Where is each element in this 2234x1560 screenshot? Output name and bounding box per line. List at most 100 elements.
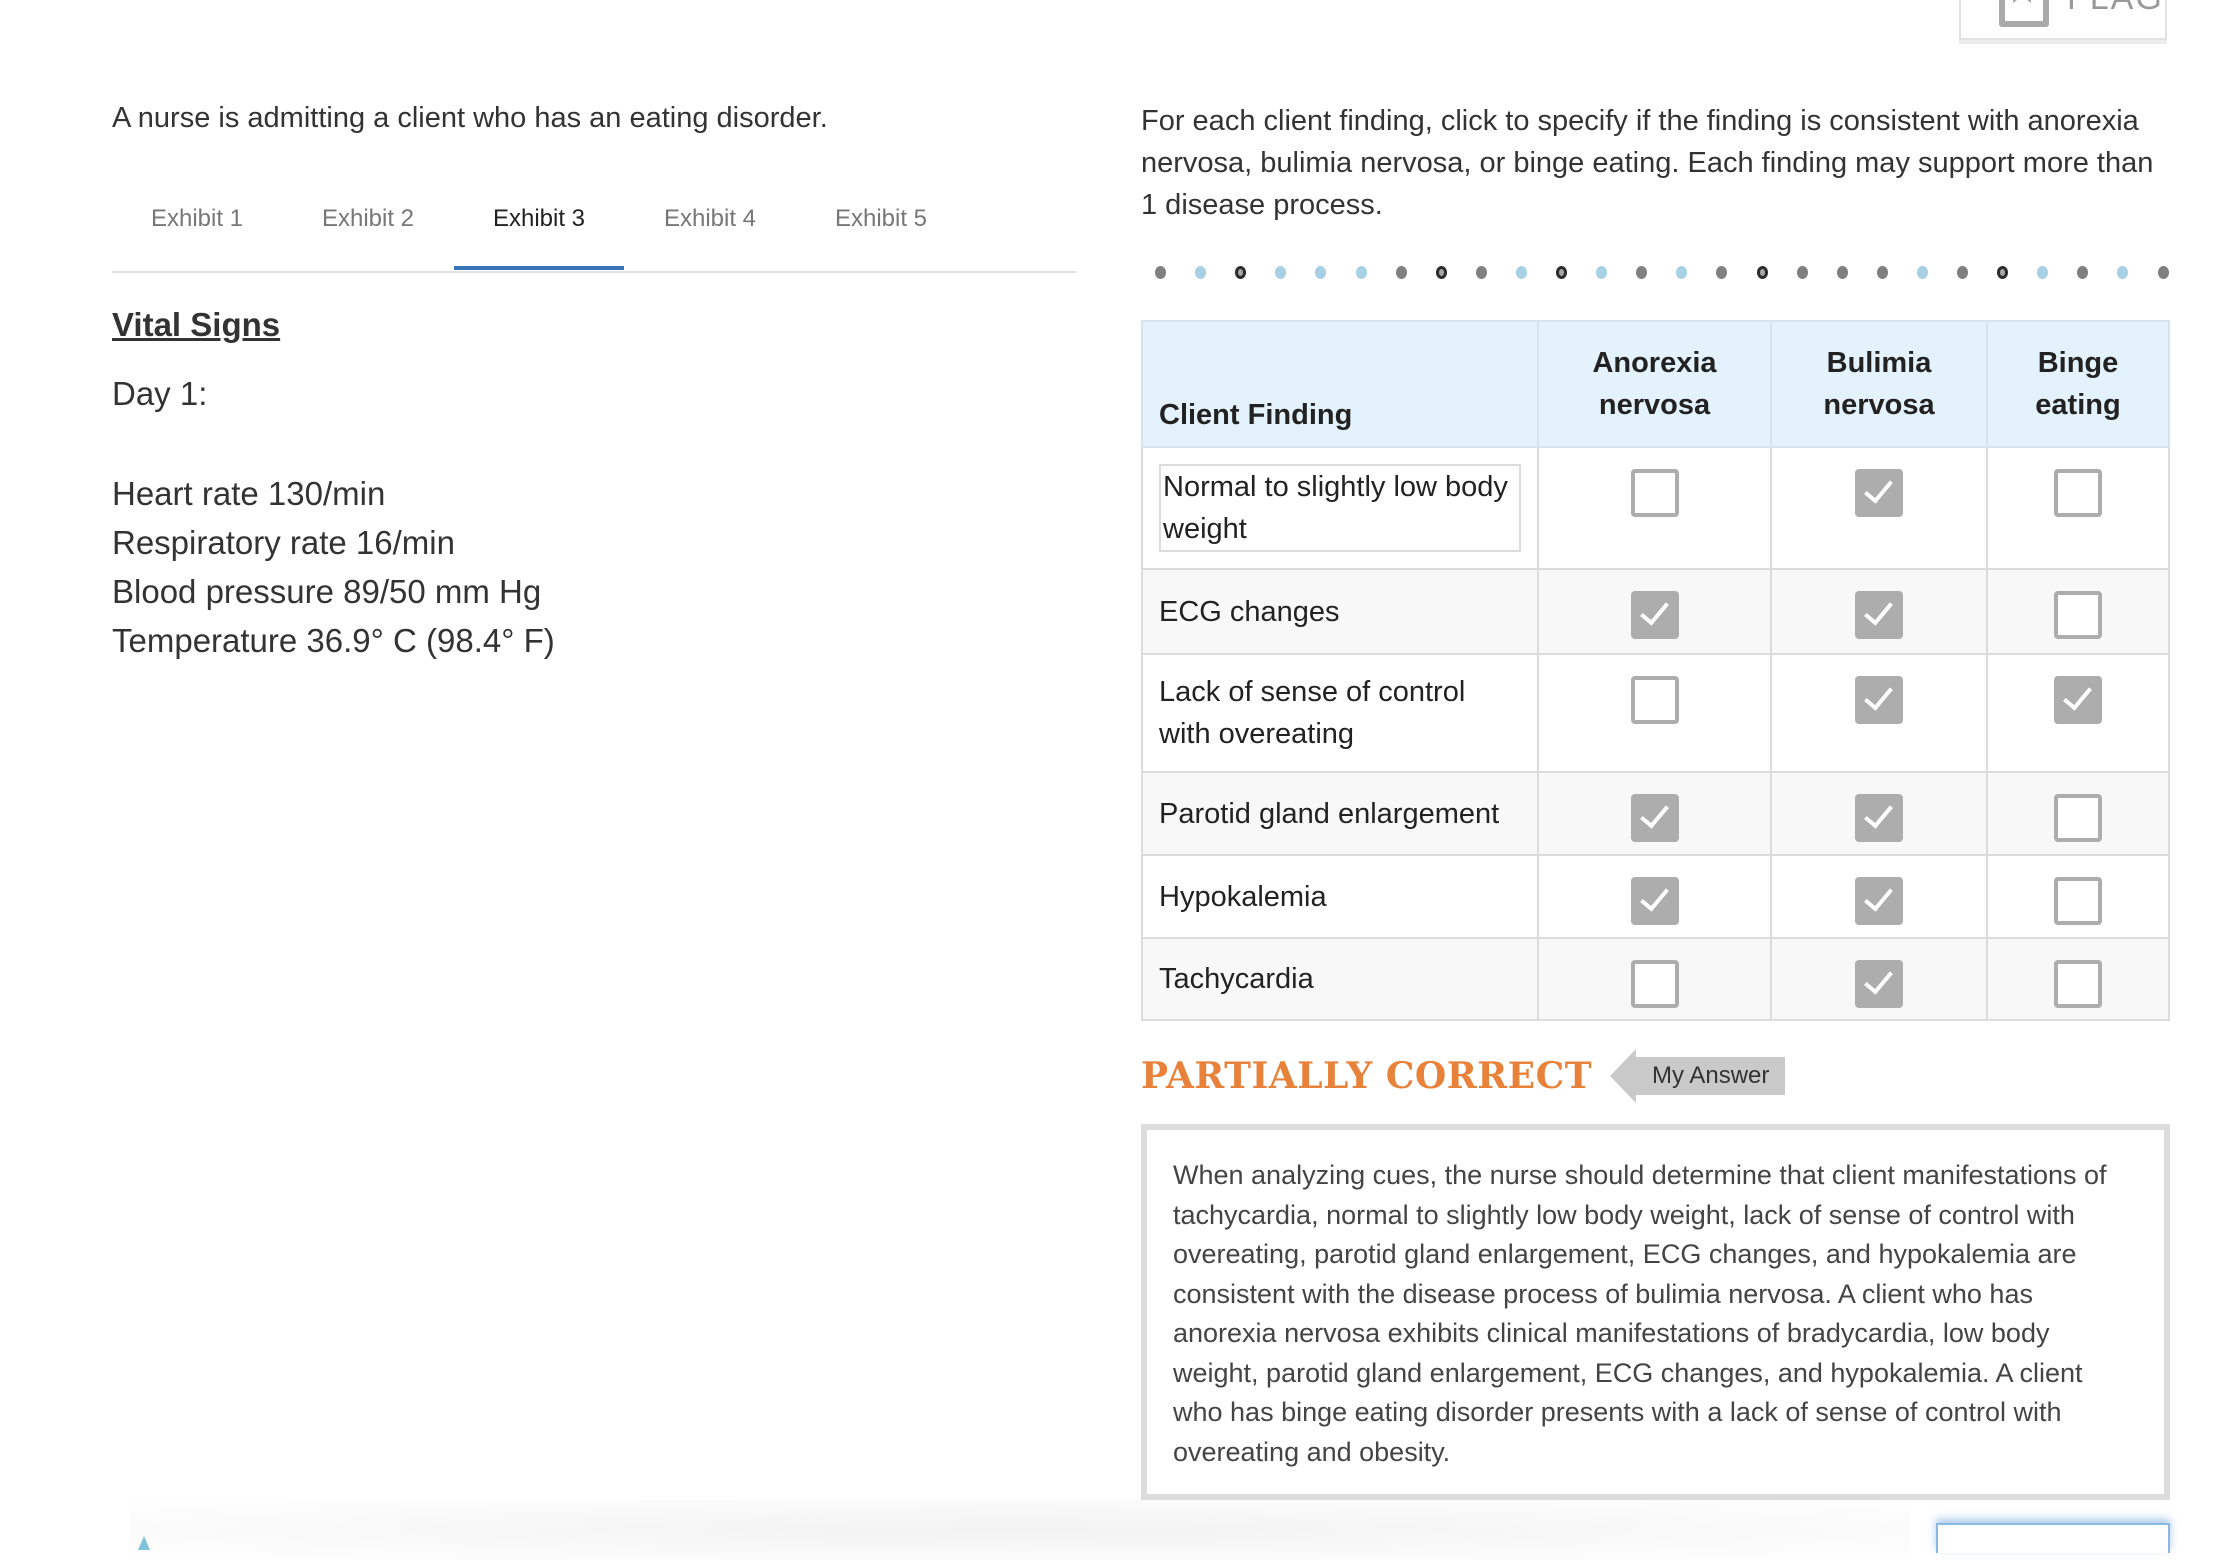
progress-dot-gray[interactable] — [1155, 266, 1166, 279]
finding-label: Parotid gland enlargement — [1159, 797, 1500, 830]
progress-dot-blue[interactable] — [1515, 266, 1527, 279]
checkbox-anorexia-unchecked[interactable] — [1630, 676, 1679, 724]
bookmark-icon — [1999, 0, 2049, 27]
matrix-header-row: Client Finding Anorexia nervosa Bulimia … — [1141, 320, 2170, 448]
flag-button[interactable]: FLAG — [1959, 0, 2167, 40]
progress-dot-current[interactable] — [1235, 266, 1247, 279]
exhibit-title: Vital Signs — [112, 306, 281, 343]
checkbox-anorexia-checked[interactable] — [1630, 794, 1679, 842]
checkbox-bulimia-checked[interactable] — [1855, 676, 1903, 724]
checkbox-binge-unchecked[interactable] — [2054, 469, 2102, 517]
cell-binge — [1986, 446, 2170, 570]
header-client-finding: Client Finding — [1141, 320, 1539, 448]
finding-label: Hypokalemia — [1159, 880, 1327, 913]
progress-dot-gray[interactable] — [1636, 266, 1648, 279]
progress-dot-gray[interactable] — [1876, 266, 1888, 279]
progress-dot-current[interactable] — [1997, 266, 2009, 279]
answer-matrix: Client Finding Anorexia nervosa Bulimia … — [1141, 320, 2170, 1021]
checkbox-binge-checked[interactable] — [2054, 676, 2102, 724]
progress-dot-gray[interactable] — [2077, 266, 2089, 279]
tab-label: Exhibit 4 — [663, 205, 757, 232]
header-bulimia-line2: nervosa — [1823, 389, 1935, 421]
checkbox-bulimia-checked[interactable] — [1855, 877, 1903, 925]
tab-exhibit-5[interactable]: Exhibit 5 — [796, 206, 966, 269]
checkbox-binge-unchecked[interactable] — [2054, 794, 2102, 842]
progress-dot-current[interactable] — [1435, 266, 1447, 279]
progress-dot-blue[interactable] — [1355, 266, 1367, 279]
vital-temperature: Temperature 36.9° C (98.4° F) — [112, 622, 555, 659]
cell-bulimia — [1770, 854, 1988, 939]
bottom-navigation-bar — [130, 1500, 1910, 1560]
matrix-row: Parotid gland enlargement — [1141, 771, 2170, 856]
checkbox-bulimia-checked[interactable] — [1855, 794, 1903, 842]
progress-dot-blue[interactable] — [1916, 266, 1928, 279]
progress-dot-blue[interactable] — [1596, 266, 1608, 279]
checkbox-anorexia-unchecked[interactable] — [1630, 960, 1679, 1008]
header-anorexia-line1: Anorexia — [1592, 347, 1717, 379]
result-area: PARTIALLY CORRECT My Answer — [1141, 1049, 1786, 1103]
result-status: PARTIALLY CORRECT — [1141, 1055, 1593, 1097]
progress-dot-gray[interactable] — [2157, 266, 2169, 279]
progress-dot-current[interactable] — [1556, 266, 1567, 279]
cell-bulimia — [1770, 771, 1988, 856]
progress-dot-blue[interactable] — [1315, 266, 1327, 279]
cell-binge — [1986, 568, 2170, 655]
cell-binge — [1986, 854, 2170, 939]
cell-anorexia — [1537, 771, 1772, 856]
tab-exhibit-3[interactable]: Exhibit 3 — [454, 206, 624, 270]
header-binge-line2: eating — [2035, 389, 2121, 421]
header-bulimia-line1: Bulimia — [1826, 347, 1932, 379]
checkbox-bulimia-checked[interactable] — [1855, 591, 1903, 639]
cell-bulimia — [1770, 653, 1988, 773]
finding-label: Normal to slightly low body weight — [1159, 464, 1521, 552]
progress-dot-gray[interactable] — [1796, 266, 1808, 279]
cell-anorexia — [1537, 937, 1772, 1021]
progress-dot-gray[interactable] — [1957, 266, 1968, 279]
exhibit-tabs: Exhibit 1 Exhibit 2 Exhibit 3 Exhibit 4 … — [112, 196, 1077, 273]
finding-label: ECG changes — [1159, 595, 1340, 628]
progress-dot-blue[interactable] — [2117, 266, 2129, 279]
cell-bulimia — [1770, 446, 1988, 570]
cell-binge — [1986, 937, 2170, 1021]
finding-label: Tachycardia — [1159, 963, 1314, 995]
progress-dot-gray[interactable] — [1395, 266, 1407, 279]
progress-dot-blue[interactable] — [1195, 266, 1207, 279]
tab-label: Exhibit 1 — [150, 205, 244, 232]
finding-cell: Normal to slightly low body weight — [1141, 446, 1539, 570]
question-progress-dots — [1151, 262, 2171, 282]
checkbox-anorexia-unchecked[interactable] — [1630, 469, 1679, 517]
checkbox-binge-unchecked[interactable] — [2054, 591, 2102, 639]
question-instructions: For each client finding, click to specif… — [1141, 105, 2154, 221]
checkbox-binge-unchecked[interactable] — [2054, 877, 2102, 925]
previous-button[interactable] — [138, 1522, 150, 1550]
rationale-box: When analyzing cues, the nurse should de… — [1141, 1124, 2170, 1500]
tab-exhibit-2[interactable]: Exhibit 2 — [283, 206, 453, 269]
finding-cell: ECG changes — [1141, 568, 1539, 655]
header-anorexia: Anorexia nervosa — [1537, 320, 1772, 448]
progress-dot-gray[interactable] — [1475, 266, 1487, 279]
vital-signs-list: Heart rate 130/min Respiratory rate 16/m… — [112, 469, 555, 665]
finding-label: Lack of sense of control with overeating — [1159, 676, 1466, 750]
progress-dot-gray[interactable] — [1836, 266, 1848, 279]
my-answer-tag[interactable]: My Answer — [1609, 1049, 1786, 1103]
next-button[interactable] — [1936, 1523, 2170, 1553]
cell-anorexia — [1537, 568, 1772, 655]
cell-binge — [1986, 771, 2170, 856]
checkbox-bulimia-checked[interactable] — [1855, 469, 1903, 517]
day-label: Day 1: — [112, 375, 208, 412]
tab-exhibit-1[interactable]: Exhibit 1 — [112, 206, 282, 269]
checkbox-anorexia-checked[interactable] — [1630, 591, 1679, 639]
progress-dot-blue[interactable] — [1275, 266, 1287, 279]
header-binge: Binge eating — [1986, 320, 2170, 448]
finding-cell: Hypokalemia — [1141, 854, 1539, 939]
progress-dot-current[interactable] — [1756, 266, 1768, 279]
progress-dot-blue[interactable] — [2037, 266, 2049, 279]
progress-dot-gray[interactable] — [1716, 266, 1728, 279]
checkbox-bulimia-checked[interactable] — [1855, 960, 1903, 1008]
header-bulimia: Bulimia nervosa — [1770, 320, 1988, 448]
header-anorexia-line2: nervosa — [1598, 389, 1711, 421]
progress-dot-blue[interactable] — [1676, 266, 1688, 279]
tab-exhibit-4[interactable]: Exhibit 4 — [625, 206, 795, 269]
checkbox-binge-unchecked[interactable] — [2054, 960, 2102, 1008]
checkbox-anorexia-checked[interactable] — [1630, 877, 1679, 925]
